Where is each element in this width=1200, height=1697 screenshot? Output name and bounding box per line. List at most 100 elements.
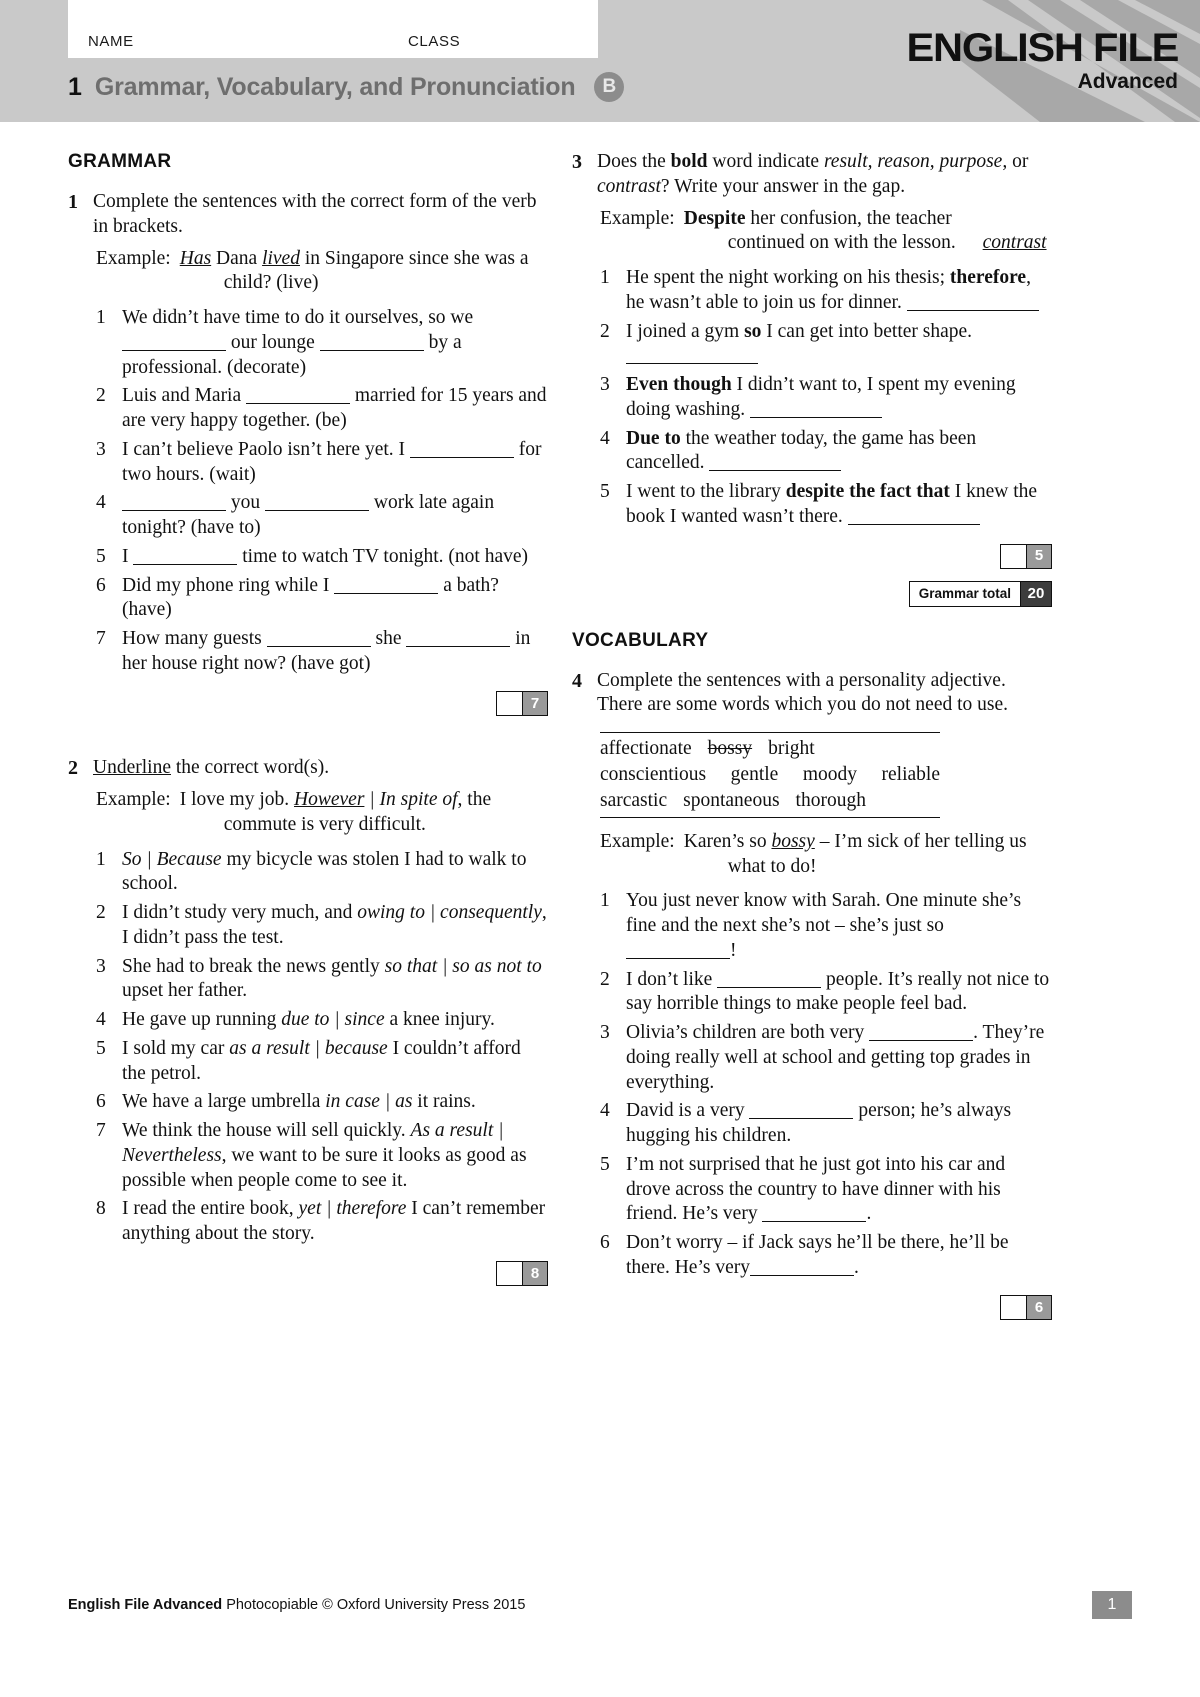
item-text-a: I — [122, 545, 134, 567]
answer-blank[interactable] — [749, 1118, 854, 1120]
score-max-value: 5 — [1026, 543, 1052, 569]
item-options[interactable]: as a result | because — [229, 1038, 387, 1059]
example-label: Example: — [600, 207, 675, 229]
brand-name: ENGLISH FILE — [906, 26, 1179, 70]
list-item: 2 I don’t like people. It’s really not n… — [600, 968, 1052, 1018]
answer-blank[interactable] — [709, 470, 842, 472]
word-item: sarcastic — [600, 789, 668, 811]
item-bold-word: despite the fact that — [785, 481, 950, 502]
list-item: 6 Did my phone ring while I a bath? (hav… — [96, 574, 548, 624]
exercise-1: 1 Complete the sentences with the correc… — [68, 190, 548, 716]
list-item: 2 Luis and Maria married for 15 years an… — [96, 384, 548, 434]
item-number: 8 — [96, 1198, 106, 1220]
exercise-1-example: Example: Has Dana lived in Singapore sin… — [96, 247, 548, 297]
item-text: you work late again tonight? (have to) — [122, 491, 548, 541]
answer-blank[interactable] — [406, 646, 511, 648]
exercise-3-example: Example: Despite her confusion, the teac… — [600, 207, 1052, 257]
grammar-total-value: 20 — [1020, 580, 1052, 607]
item-text: I didn’t study very much, and owing to |… — [122, 901, 548, 951]
example-answer: bossy — [771, 830, 815, 852]
list-item: 1 So | Because my bicycle was stolen I h… — [96, 848, 548, 898]
answer-blank[interactable] — [626, 363, 758, 365]
exercise-3-items: 1 He spent the night working on his thes… — [600, 266, 1052, 530]
brand-logo: ENGLISH FILE Advanced — [906, 28, 1179, 93]
score-input-box[interactable] — [496, 690, 522, 716]
word-bank-row: sarcastic spontaneous thorough — [600, 788, 940, 814]
score-input-box[interactable] — [496, 1260, 522, 1286]
item-number: 1 — [96, 307, 106, 329]
grammar-total-label: Grammar total — [908, 580, 1020, 607]
list-item: 2 I joined a gym so I can get into bette… — [600, 320, 1052, 370]
item-number: 1 — [96, 848, 106, 870]
answer-blank[interactable] — [409, 456, 514, 458]
item-text: I’m not surprised that he just got into … — [626, 1153, 1052, 1227]
grammar-total-box: Grammar total 20 — [572, 580, 1052, 607]
answer-blank[interactable] — [334, 592, 439, 594]
item-text: She had to break the news gently so that… — [122, 955, 548, 1005]
list-item: 5 I time to watch TV tonight. (not have) — [96, 545, 548, 570]
item-text-a: We didn’t have time to do it ourselves, … — [122, 307, 474, 329]
answer-blank[interactable] — [906, 309, 1039, 311]
answer-blank[interactable] — [266, 646, 371, 648]
answer-blank[interactable] — [847, 523, 980, 525]
list-item: 5 I’m not surprised that he just got int… — [600, 1153, 1052, 1227]
item-number: 5 — [600, 1153, 610, 1175]
score-input-box[interactable] — [1000, 1294, 1026, 1320]
answer-blank[interactable] — [750, 416, 883, 418]
answer-blank[interactable] — [265, 510, 369, 512]
exercise-4-instruction: Complete the sentences with a personalit… — [597, 669, 1009, 716]
answer-blank[interactable] — [869, 1040, 974, 1042]
left-column: GRAMMAR 1 Complete the sentences with th… — [68, 150, 548, 1290]
item-text-pre: We think the house will sell quickly. — [122, 1120, 411, 1142]
item-text-a: Olivia’s children are both very — [626, 1022, 870, 1044]
item-text-b: time to watch TV tonight. (not have) — [237, 545, 529, 567]
item-number: 7 — [96, 1120, 106, 1142]
exercise-3-number: 3 — [572, 151, 582, 173]
right-column: 3 Does the bold word indicate result, re… — [572, 150, 1052, 1324]
example-text-c: child? (live) — [223, 272, 319, 294]
example-text-b: in Singapore since she was a — [299, 247, 529, 269]
instruction-underlined: Underline — [93, 756, 171, 778]
word-bank-row: conscientious gentle moody reliable — [600, 762, 940, 788]
item-text: I time to watch TV tonight. (not have) — [122, 545, 548, 570]
answer-blank[interactable] — [122, 349, 226, 351]
list-item: 4 you work late again tonight? (have to) — [96, 491, 548, 541]
exercise-1-score-box: 7 — [68, 690, 548, 716]
list-item: 3 Even though I didn’t want to, I spent … — [600, 373, 1052, 423]
answer-blank[interactable] — [319, 349, 424, 351]
list-item: 3 I can’t believe Paolo isn’t here yet. … — [96, 438, 548, 488]
item-options[interactable]: so that | so as not to — [385, 956, 542, 977]
item-options[interactable]: due to | since — [281, 1009, 384, 1030]
item-bold-word: Due to — [626, 427, 681, 449]
item-text-a: Luis and Maria — [122, 385, 247, 407]
item-text-pre: He gave up running — [122, 1009, 282, 1031]
item-number: 6 — [96, 574, 106, 596]
answer-blank[interactable] — [626, 957, 730, 959]
example-text-c: what to do! — [727, 855, 817, 877]
item-text: So | Because my bicycle was stolen I had… — [122, 848, 548, 898]
answer-blank[interactable] — [122, 510, 226, 512]
item-options[interactable]: yet | therefore — [299, 1198, 407, 1219]
page-footer: English File Advanced Photocopiable © Ox… — [68, 1591, 1132, 1619]
item-options[interactable]: in case | as — [325, 1091, 412, 1112]
score-input-box[interactable] — [1000, 543, 1026, 569]
answer-blank[interactable] — [717, 986, 822, 988]
exercise-2-instruction: Underline the correct word(s). — [93, 756, 548, 781]
answer-blank[interactable] — [246, 403, 351, 405]
answer-blank[interactable] — [133, 563, 238, 565]
item-options[interactable]: So | Because — [122, 849, 222, 870]
answer-blank[interactable] — [750, 1274, 854, 1276]
item-text-c: work late again tonight? (have to) — [122, 492, 495, 539]
list-item: 7 How many guests she in her house right… — [96, 627, 548, 677]
item-text-pre: I sold my car — [122, 1037, 230, 1059]
example-answer-1: Has — [179, 247, 212, 269]
item-text: David is a very person; he’s always hugg… — [626, 1099, 1052, 1149]
item-text: I read the entire book, yet | therefore … — [122, 1197, 548, 1247]
item-options[interactable]: owing to | consequently — [357, 902, 542, 923]
item-text: I sold my car as a result | because I co… — [122, 1037, 548, 1087]
item-number: 2 — [600, 320, 610, 342]
item-number: 7 — [96, 628, 106, 650]
answer-blank[interactable] — [762, 1221, 867, 1223]
footer-title: English File Advanced — [68, 1597, 223, 1613]
item-text-pre: I went to the library — [626, 481, 786, 502]
